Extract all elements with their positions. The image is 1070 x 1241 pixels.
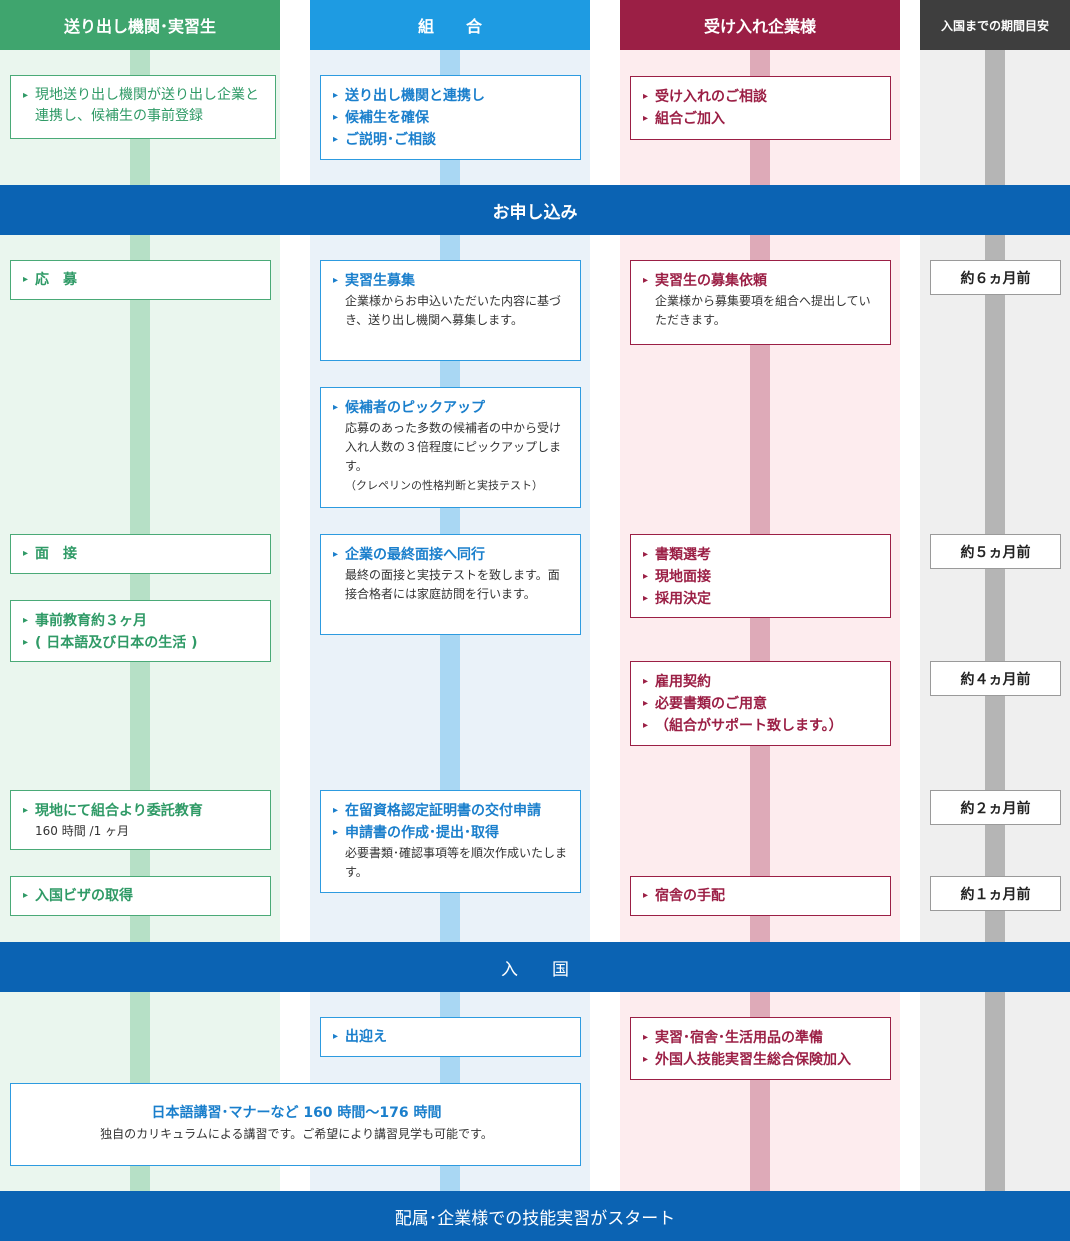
union-certificate-2: 申請書の作成･提出･取得 xyxy=(333,822,570,844)
period-1-month: 約１ヵ月前 xyxy=(960,887,1031,903)
union-arrival-pickup-box: 出迎え xyxy=(320,1017,581,1057)
company-request-desc: 企業様から募集要項を組合へ提出していただきます。 xyxy=(655,294,871,327)
sending-local-education-sub: 160 時間 /1 ヶ月 xyxy=(35,824,130,838)
sending-register-box: 現地送り出し機関が送り出し企業と連携し、候補生の事前登録 xyxy=(10,75,276,139)
union-training-title: 日本語講習･マナーなど 160 時間〜176 時間 xyxy=(151,1105,442,1121)
period-5-months-box: 約５ヵ月前 xyxy=(930,534,1061,569)
band-entry: 入 国 xyxy=(0,942,1070,992)
company-request-title: 実習生の募集依頼 xyxy=(643,270,880,292)
sending-visa-text: 入国ビザの取得 xyxy=(23,886,260,906)
company-hiring-decision: 採用決定 xyxy=(643,588,880,610)
period-4-months-box: 約４ヵ月前 xyxy=(930,661,1061,696)
union-recruit-box: 実習生募集 企業様からお申込いただいた内容に基づき、送り出し機関へ募集します。 xyxy=(320,260,581,361)
union-pickup-title: 候補者のピックアップ xyxy=(333,397,570,419)
union-pickup-box: 候補者のピックアップ 応募のあった多数の候補者の中から受け入れ人数の３倍程度にピ… xyxy=(320,387,581,508)
company-prep: 実習･宿舎･生活用品の準備 xyxy=(643,1027,880,1049)
header-period: 入国までの期間目安 xyxy=(920,0,1070,50)
period-5-months: 約５ヵ月前 xyxy=(960,545,1031,561)
period-1-month-box: 約１ヵ月前 xyxy=(930,876,1061,911)
union-final-interview-box: 企業の最終面接へ同行 最終の面接と実技テストを致します。面接合格者には家庭訪問を… xyxy=(320,534,581,635)
sending-apply-text: 応 募 xyxy=(23,270,260,290)
union-pre-box: 送り出し機関と連携し 候補生を確保 ご説明･ご相談 xyxy=(320,75,581,160)
union-final-interview-title: 企業の最終面接へ同行 xyxy=(333,544,570,566)
sending-pre-education-text: 事前教育約３ヶ月 xyxy=(23,610,260,632)
period-6-months: 約６ヵ月前 xyxy=(960,271,1031,287)
company-join: 組合ご加入 xyxy=(643,108,880,130)
company-insurance: 外国人技能実習生総合保険加入 xyxy=(643,1049,880,1071)
company-document-screening: 書類選考 xyxy=(643,544,880,566)
header-sending: 送り出し機関･実習生 xyxy=(0,0,280,50)
sending-apply-box: 応 募 xyxy=(10,260,271,300)
union-training-box: 日本語講習･マナーなど 160 時間〜176 時間 独自のカリキュラムによる講習… xyxy=(10,1083,581,1166)
sending-interview-text: 面 接 xyxy=(23,544,260,564)
header-company: 受け入れ企業様 xyxy=(620,0,900,50)
union-pre-1: 送り出し機関と連携し xyxy=(333,85,570,107)
sending-local-education-box: 現地にて組合より委託教育 160 時間 /1 ヶ月 xyxy=(10,790,271,850)
company-local-interview: 現地面接 xyxy=(643,566,880,588)
period-6-months-box: 約６ヵ月前 xyxy=(930,260,1061,295)
union-recruit-title: 実習生募集 xyxy=(333,270,570,292)
union-training-desc: 独自のカリキュラムによる講習です。ご希望により講習見学も可能です。 xyxy=(100,1127,493,1141)
company-consult: 受け入れのご相談 xyxy=(643,86,880,108)
period-4-months: 約４ヵ月前 xyxy=(960,672,1031,688)
union-pre-2: ご説明･ご相談 xyxy=(333,129,570,151)
union-pickup-note: （クレペリンの性格判断と実技テスト） xyxy=(345,479,543,492)
union-pre-1b: 候補生を確保 xyxy=(333,107,570,129)
sending-pre-education-sub: ( 日本語及び日本の生活 ) xyxy=(23,632,260,654)
company-selection-box: 書類選考 現地面接 採用決定 xyxy=(630,534,891,618)
company-dorm-text: 宿舎の手配 xyxy=(643,886,880,906)
sending-pre-education-box: 事前教育約３ヶ月 ( 日本語及び日本の生活 ) xyxy=(10,600,271,662)
union-pickup-desc: 応募のあった多数の候補者の中から受け入れ人数の３倍程度にピックアップします。 xyxy=(345,421,562,473)
sending-register-text: 現地送り出し機関が送り出し企業と連携し、候補生の事前登録 xyxy=(23,85,265,127)
union-final-interview-desc: 最終の面接と実技テストを致します。面接合格者には家庭訪問を行います。 xyxy=(345,568,560,601)
company-request-box: 実習生の募集依頼 企業様から募集要項を組合へ提出していただきます。 xyxy=(630,260,891,345)
band-start: 配属･企業様での技能実習がスタート xyxy=(0,1191,1070,1241)
company-consult-box: 受け入れのご相談 組合ご加入 xyxy=(630,76,891,140)
union-certificate-desc: 必要書類･確認事項等を順次作成いたします。 xyxy=(345,846,568,879)
company-contract-box: 雇用契約 必要書類のご用意 （組合がサポート致します。） xyxy=(630,661,891,746)
sending-visa-box: 入国ビザの取得 xyxy=(10,876,271,916)
company-papers-sub: （組合がサポート致します。） xyxy=(643,715,880,737)
company-contract: 雇用契約 xyxy=(643,671,880,693)
sending-interview-box: 面 接 xyxy=(10,534,271,574)
header-union: 組 合 xyxy=(310,0,590,50)
union-certificate-1: 在留資格認定証明書の交付申請 xyxy=(333,800,570,822)
company-prep-box: 実習･宿舎･生活用品の準備 外国人技能実習生総合保険加入 xyxy=(630,1017,891,1080)
band-apply: お申し込み xyxy=(0,185,1070,235)
company-dorm-box: 宿舎の手配 xyxy=(630,876,891,916)
sending-local-education-text: 現地にて組合より委託教育 xyxy=(23,800,260,822)
period-2-months-box: 約２ヵ月前 xyxy=(930,790,1061,825)
union-certificate-box: 在留資格認定証明書の交付申請 申請書の作成･提出･取得 必要書類･確認事項等を順… xyxy=(320,790,581,893)
union-arrival-pickup-text: 出迎え xyxy=(333,1027,570,1047)
period-2-months: 約２ヵ月前 xyxy=(960,801,1031,817)
union-recruit-desc: 企業様からお申込いただいた内容に基づき、送り出し機関へ募集します。 xyxy=(345,294,562,327)
company-papers: 必要書類のご用意 xyxy=(643,693,880,715)
